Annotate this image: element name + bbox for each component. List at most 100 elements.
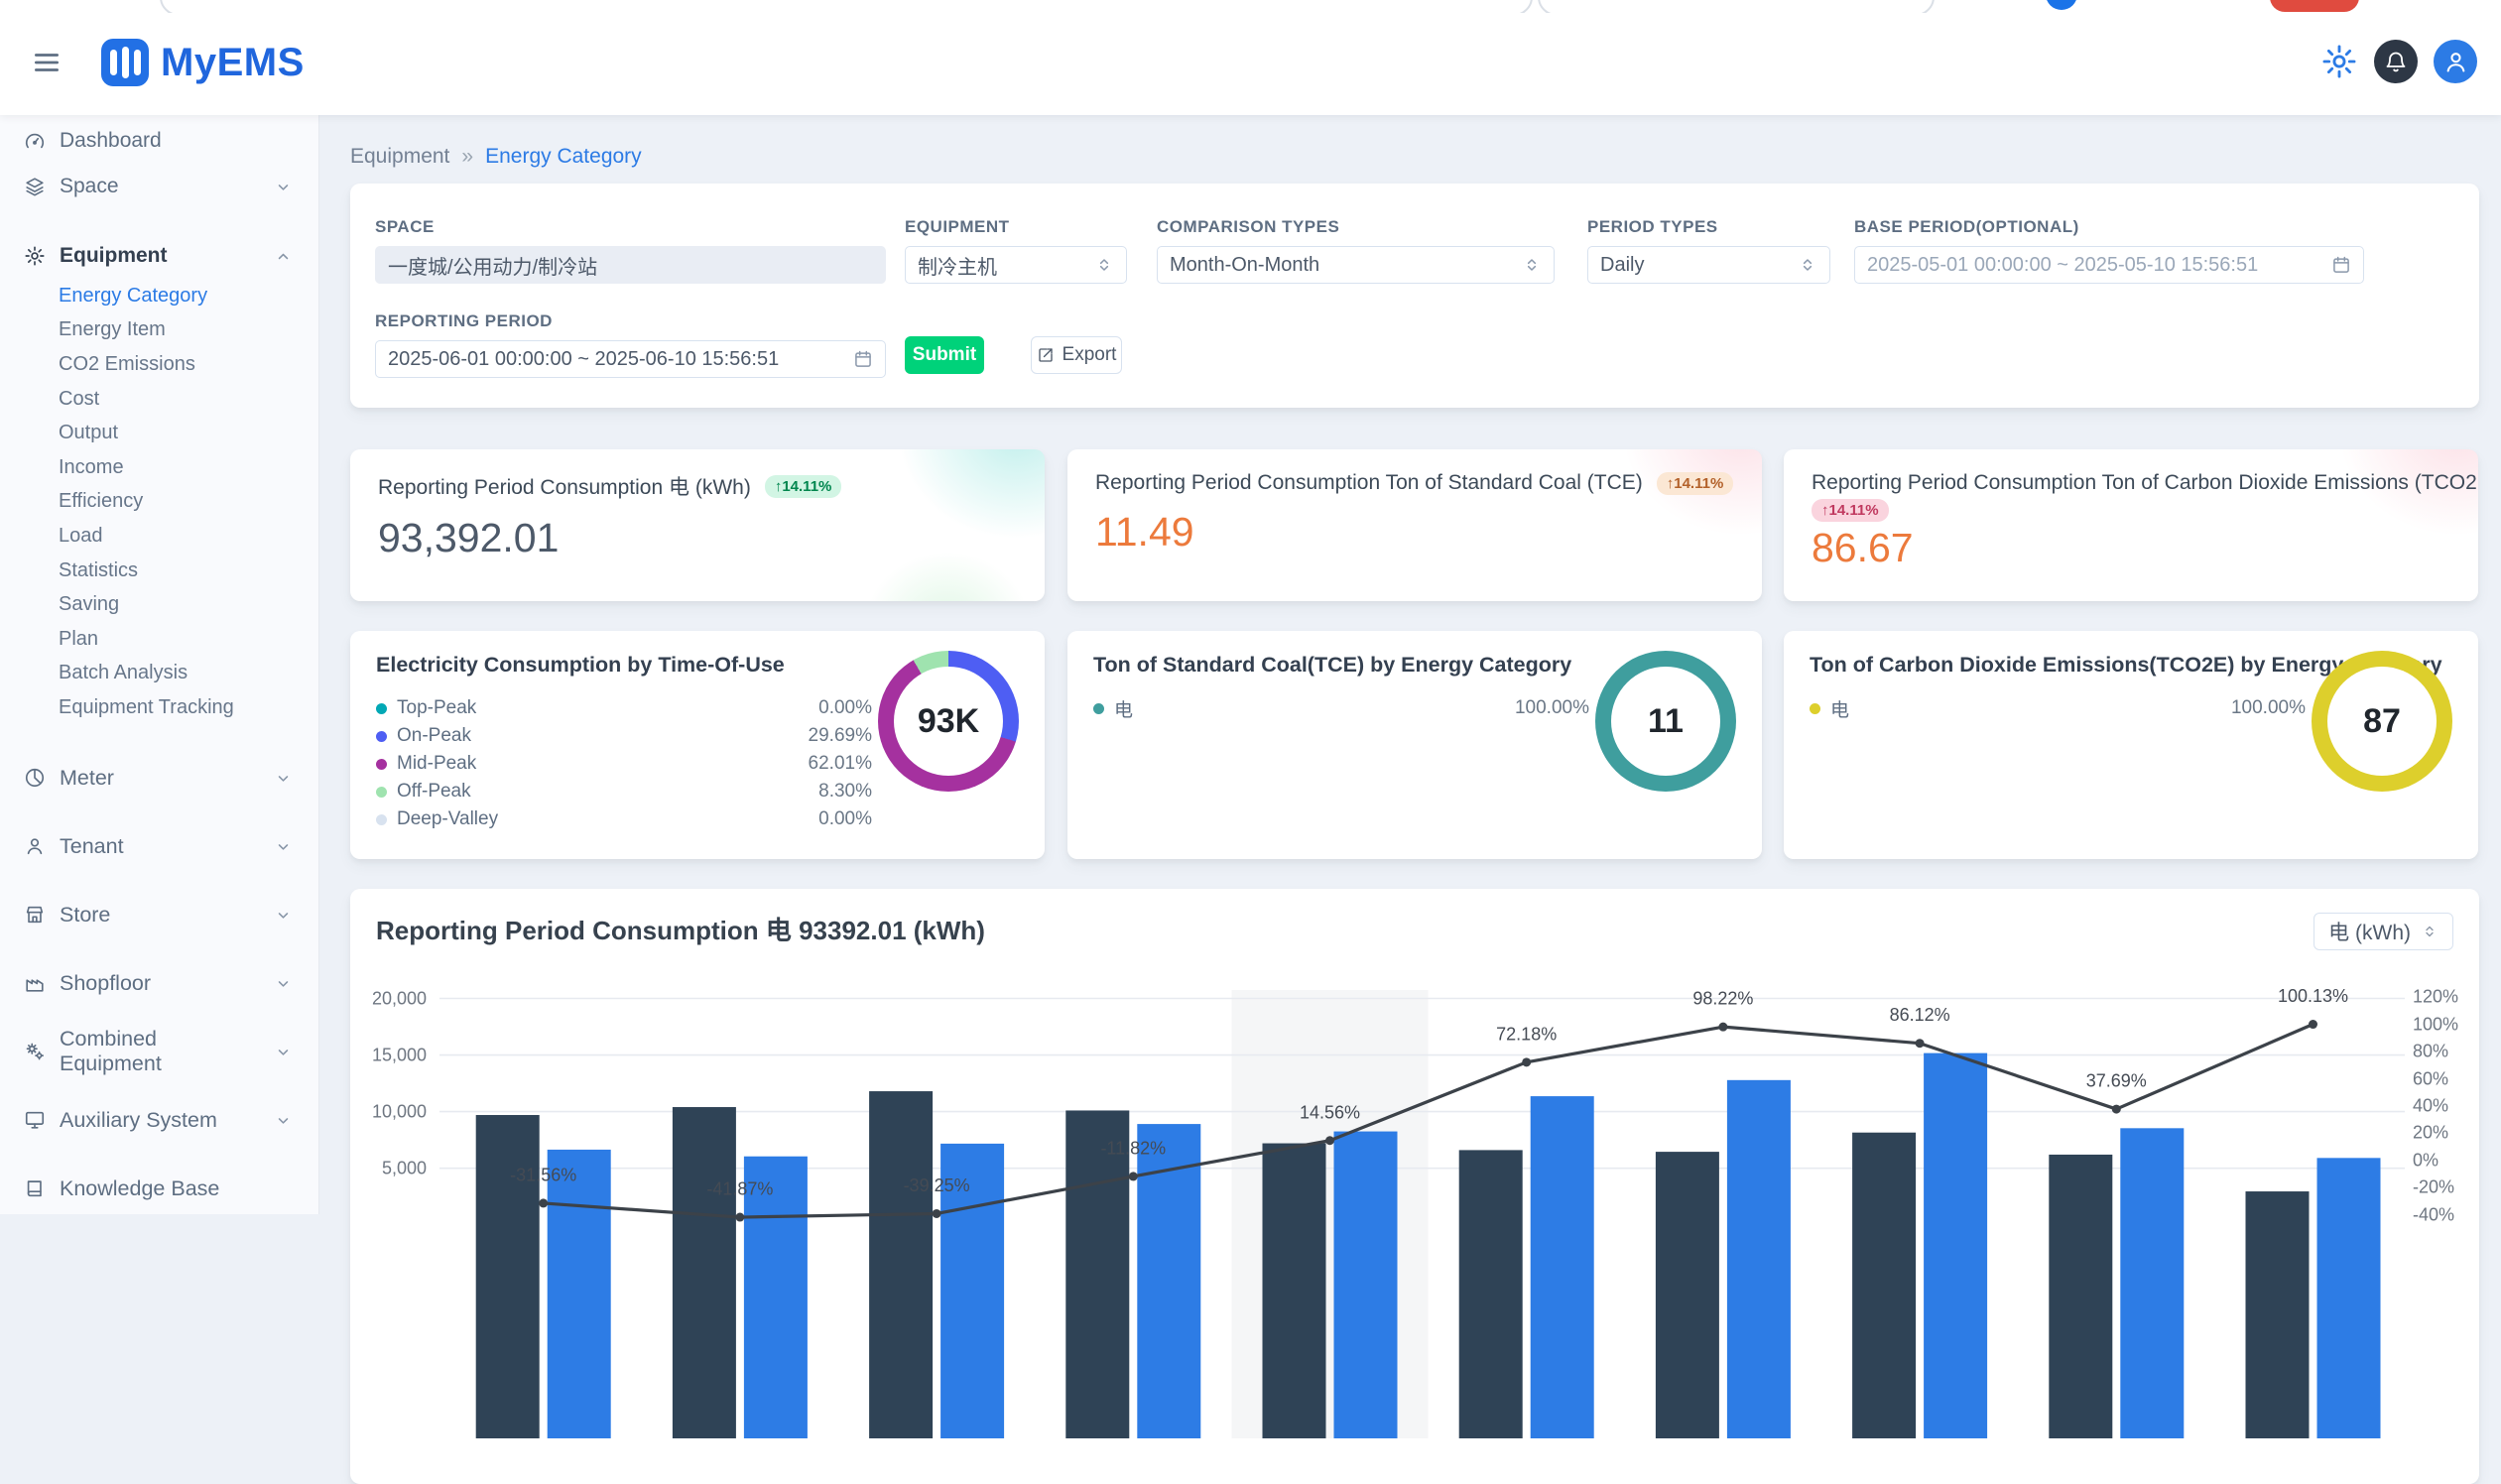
- sidebar-subitem-saving[interactable]: Saving: [0, 587, 318, 622]
- sidebar-item-knowledge-base[interactable]: Knowledge Base: [0, 1155, 318, 1214]
- period-types-label: PERIOD TYPES: [1587, 217, 1830, 237]
- sidebar-subitem-statistics[interactable]: Statistics: [0, 554, 318, 588]
- browser-action-button-fragment[interactable]: [2270, 0, 2359, 12]
- comparison-types-select[interactable]: Month-On-Month: [1157, 246, 1555, 284]
- y-axis-left-tick: 5,000: [382, 1158, 427, 1178]
- gauge-icon: [24, 130, 46, 152]
- breadcrumb-energy-category[interactable]: Energy Category: [485, 145, 642, 169]
- sidebar-subitem-income[interactable]: Income: [0, 450, 318, 485]
- sidebar-subitem-output[interactable]: Output: [0, 416, 318, 450]
- chart-title: Reporting Period Consumption 电 93392.01 …: [376, 911, 985, 947]
- y-axis-right-tick: 60%: [2413, 1068, 2448, 1089]
- browser-secondary-bar-fragment: [1538, 0, 1935, 13]
- menu-toggle-button[interactable]: [26, 42, 67, 83]
- y-axis-right-tick: 0%: [2413, 1150, 2438, 1171]
- main-content: Equipment » Energy Category SPACE 一度城/公用…: [319, 115, 2501, 1214]
- sidebar-subitem-load[interactable]: Load: [0, 519, 318, 554]
- chevron-down-icon: [274, 974, 293, 993]
- calendar-icon[interactable]: [853, 349, 873, 369]
- menu-icon: [32, 48, 62, 77]
- sidebar-item-tenant[interactable]: Tenant: [0, 812, 318, 881]
- user-avatar[interactable]: [2434, 40, 2477, 83]
- sidebar-item-dashboard[interactable]: Dashboard: [0, 118, 318, 164]
- donut-chart: 93K: [878, 651, 1019, 792]
- legend-dot: [376, 787, 387, 798]
- sidebar-subitem-cost[interactable]: Cost: [0, 382, 318, 417]
- brand-logo[interactable]: MyEMS: [101, 39, 305, 86]
- sidebar-item-store[interactable]: Store: [0, 881, 318, 949]
- sidebar-subitem-batch-analysis[interactable]: Batch Analysis: [0, 657, 318, 691]
- donut-center-value: 87: [2363, 702, 2401, 741]
- stat-value: 93,392.01: [378, 515, 1017, 561]
- base-period-input[interactable]: 2025-05-01 00:00:00 ~ 2025-05-10 15:56:5…: [1854, 246, 2364, 284]
- space-input[interactable]: 一度城/公用动力/制冷站: [375, 246, 886, 284]
- legend-dot: [376, 731, 387, 742]
- notifications-bell-button[interactable]: [2374, 40, 2418, 83]
- svg-text:14.56%: 14.56%: [1300, 1102, 1360, 1122]
- settings-gear-icon[interactable]: [2320, 43, 2358, 80]
- sidebar-subitem-plan[interactable]: Plan: [0, 622, 318, 657]
- breadcrumb-separator: »: [461, 145, 473, 169]
- bell-icon: [2384, 50, 2408, 73]
- reporting-period-label: REPORTING PERIOD: [375, 311, 886, 331]
- space-label: SPACE: [375, 217, 886, 237]
- factory-icon: [24, 972, 46, 994]
- sidebar-item-shopfloor[interactable]: Shopfloor: [0, 949, 318, 1018]
- y-axis-right-tick: -40%: [2413, 1204, 2454, 1225]
- sidebar-subitem-energy-item[interactable]: Energy Item: [0, 313, 318, 348]
- export-button[interactable]: Export: [1031, 336, 1122, 374]
- app-header: MyEMS: [0, 0, 2501, 115]
- caret-updown-icon: [1798, 255, 1817, 275]
- sidebar-item-space[interactable]: Space: [0, 164, 318, 209]
- breadcrumb: Equipment » Energy Category: [350, 145, 642, 169]
- svg-text:86.12%: 86.12%: [1890, 1005, 1950, 1025]
- equipment-label: EQUIPMENT: [905, 217, 1127, 237]
- y-axis-right-tick: 100%: [2413, 1014, 2458, 1035]
- space-field: SPACE 一度城/公用动力/制冷站: [375, 217, 886, 284]
- book-icon: [24, 1177, 46, 1199]
- person-icon: [2442, 49, 2469, 75]
- base-period-label: BASE PERIOD(OPTIONAL): [1854, 217, 2364, 237]
- sidebar-item-combined-equipment[interactable]: Combined Equipment: [0, 1018, 318, 1086]
- legend-item-off-peak[interactable]: Off-Peak8.30%: [376, 778, 872, 805]
- reporting-period-field: REPORTING PERIOD 2025-06-01 00:00:00 ~ 2…: [375, 311, 886, 378]
- calendar-icon[interactable]: [2331, 255, 2351, 275]
- legend-item-mid-peak[interactable]: Mid-Peak62.01%: [376, 750, 872, 778]
- equipment-select[interactable]: 制冷主机: [905, 246, 1127, 284]
- legend-item-top-peak[interactable]: Top-Peak0.00%: [376, 694, 872, 722]
- legend-dot: [376, 703, 387, 714]
- sidebar-subitem-co2-emissions[interactable]: CO2 Emissions: [0, 347, 318, 382]
- sidebar-subitem-equipment-tracking[interactable]: Equipment Tracking: [0, 690, 318, 725]
- legend-item-on-peak[interactable]: On-Peak29.69%: [376, 722, 872, 750]
- bar-line-chart: -31.56%-41.87%-39.25%-11.82%14.56%72.18%…: [439, 982, 2405, 1438]
- legend-item-deep-valley[interactable]: Deep-Valley0.00%: [376, 805, 872, 833]
- sidebar-subitem-efficiency[interactable]: Efficiency: [0, 485, 318, 520]
- legend-dot: [1810, 703, 1820, 714]
- legend-item-电[interactable]: 电100.00%: [1810, 694, 2306, 722]
- reporting-period-input[interactable]: 2025-06-01 00:00:00 ~ 2025-06-10 15:56:5…: [375, 340, 886, 378]
- equipment-field: EQUIPMENT 制冷主机: [905, 217, 1127, 284]
- sidebar-submenu-equipment: Energy CategoryEnergy ItemCO2 EmissionsC…: [0, 279, 318, 725]
- sidebar-subitem-energy-category[interactable]: Energy Category: [0, 279, 318, 313]
- svg-text:72.18%: 72.18%: [1496, 1024, 1557, 1044]
- donut-chart: 87: [2312, 651, 2452, 792]
- submit-button[interactable]: Submit: [905, 336, 984, 374]
- browser-profile-dot: [2046, 0, 2077, 10]
- stat-title: Reporting Period Consumption Ton of Carb…: [1812, 471, 2478, 495]
- period-types-select[interactable]: Daily: [1587, 246, 1830, 284]
- sidebar-item-auxiliary-system[interactable]: Auxiliary System: [0, 1086, 318, 1155]
- y-axis-left-tick: 10,000: [372, 1101, 427, 1122]
- caret-updown-icon: [1522, 255, 1542, 275]
- filter-panel: SPACE 一度城/公用动力/制冷站 EQUIPMENT 制冷主机 COMPAR…: [350, 184, 2479, 408]
- legend-item-电[interactable]: 电100.00%: [1093, 694, 1589, 722]
- svg-text:37.69%: 37.69%: [2086, 1071, 2147, 1091]
- y-axis-left-tick: 15,000: [372, 1045, 427, 1065]
- stat-value: 86.67: [1812, 525, 2450, 571]
- header-actions: [2320, 40, 2477, 83]
- sidebar-item-equipment[interactable]: Equipment: [0, 233, 318, 279]
- sidebar-item-meter[interactable]: Meter: [0, 744, 318, 812]
- unit-select[interactable]: 电 (kWh): [2313, 913, 2453, 950]
- chevron-up-icon: [274, 247, 293, 266]
- y-axis-right-tick: 120%: [2413, 987, 2458, 1008]
- breadcrumb-equipment: Equipment: [350, 145, 449, 169]
